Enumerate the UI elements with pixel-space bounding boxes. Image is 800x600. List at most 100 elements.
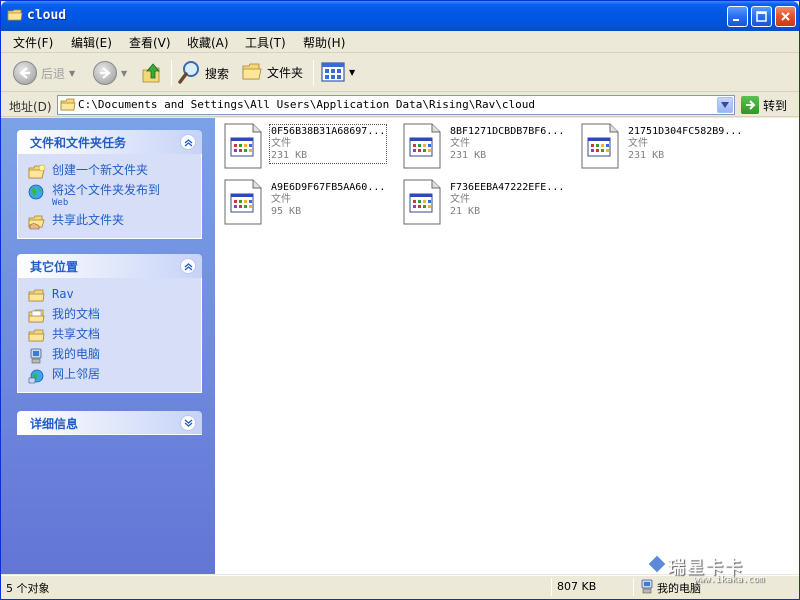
place-my-computer[interactable]: 我的电脑 [18, 346, 201, 366]
toolbar-separator [171, 60, 172, 86]
watermark: 瑞星卡卡 www.ikaka.com [646, 551, 796, 591]
maximize-icon [756, 11, 767, 22]
task-share-folder[interactable]: 共享此文件夹 [18, 212, 201, 232]
close-button[interactable] [775, 6, 796, 27]
file-size: 231 KB [450, 150, 487, 161]
place-label: 我的电脑 [52, 347, 101, 361]
place-rav[interactable]: Rav [18, 286, 201, 306]
file-item[interactable]: F736EEBA47222EFE... 文件 21 KB [394, 174, 569, 228]
file-name: 8BF1271DCBDB7BF6... [450, 126, 565, 137]
place-shared-documents[interactable]: 共享文档 [18, 326, 201, 346]
chevron-up-icon [184, 138, 192, 146]
menu-tools[interactable]: 工具(T) [245, 34, 286, 51]
places-panel-title: 其它位置 [30, 260, 79, 274]
explorer-window: cloud 文件(F) 编辑(E) 查看(V) 收藏(A) 工具(T) 帮助(H… [0, 0, 800, 600]
maximize-button[interactable] [751, 6, 772, 27]
task-label: 共享此文件夹 [52, 213, 125, 227]
details-panel: 详细信息 [17, 411, 202, 435]
forward-button[interactable]: ▼ [93, 61, 127, 85]
file-icon [403, 179, 441, 225]
file-size: 21 KB [450, 206, 481, 217]
views-dropdown-icon[interactable]: ▼ [349, 68, 355, 77]
task-label: 创建一个新文件夹 [52, 163, 149, 177]
toolbar-separator [313, 60, 314, 86]
share-folder-icon [28, 215, 45, 230]
folder-icon [7, 9, 23, 21]
search-label: 搜索 [205, 66, 230, 81]
toolbar: 后退 ▼ ▼ 搜索 文件夹 ▼ [1, 54, 799, 92]
watermark-url: www.ikaka.com [694, 575, 765, 585]
forward-dropdown-icon[interactable]: ▼ [121, 69, 127, 78]
file-type: 文件 [450, 138, 470, 149]
views-button[interactable]: ▼ [321, 61, 355, 83]
publish-web-icon [28, 184, 44, 200]
details-panel-header[interactable]: 详细信息 [17, 411, 202, 435]
my-computer-icon [30, 348, 42, 364]
address-label: 地址(D) [9, 100, 52, 114]
expand-button[interactable] [180, 415, 196, 431]
place-my-documents[interactable]: 我的文档 [18, 306, 201, 326]
menu-favorites[interactable]: 收藏(A) [187, 34, 229, 51]
folders-label: 文件夹 [267, 65, 304, 80]
up-folder-button[interactable] [141, 60, 165, 86]
menu-help[interactable]: 帮助(H) [303, 34, 345, 51]
file-list[interactable]: 0F56B38B31A68697... 文件 231 KB 8BF1271DCB… [215, 118, 799, 574]
places-panel: 其它位置 Rav 我的文档 共享文档 我的电脑 网上邻居 [17, 254, 202, 393]
address-dropdown-button[interactable] [717, 97, 733, 113]
go-arrow-icon [741, 96, 759, 114]
details-panel-title: 详细信息 [30, 417, 79, 431]
tasks-panel-header[interactable]: 文件和文件夹任务 [17, 130, 202, 154]
file-item[interactable]: 0F56B38B31A68697... 文件 231 KB [215, 118, 390, 172]
title-bar[interactable]: cloud [1, 1, 799, 31]
search-button[interactable]: 搜索 [177, 60, 229, 86]
task-pane: 文件和文件夹任务 创建一个新文件夹 将这个文件夹发布到 Web 共享此文件夹 其… [1, 118, 215, 574]
file-size: 231 KB [628, 150, 665, 161]
file-info: F736EEBA47222EFE... 文件 21 KB [450, 182, 564, 218]
file-name: F736EEBA47222EFE... [450, 182, 565, 193]
tasks-panel-body: 创建一个新文件夹 将这个文件夹发布到 Web 共享此文件夹 [17, 154, 202, 239]
collapse-button[interactable] [180, 258, 196, 274]
back-dropdown-icon[interactable]: ▼ [69, 69, 75, 78]
network-places-icon [28, 369, 44, 384]
file-info: A9E6D9F67FB5AA60... 文件 95 KB [271, 182, 385, 218]
menu-edit[interactable]: 编辑(E) [71, 34, 112, 51]
file-type: 文件 [271, 194, 291, 205]
place-network-places[interactable]: 网上邻居 [18, 366, 201, 386]
close-icon [781, 12, 790, 21]
address-input[interactable]: C:\Documents and Settings\All Users\Appl… [57, 95, 735, 115]
task-label-sub: Web [52, 198, 69, 208]
folders-icon [242, 63, 262, 80]
places-panel-header[interactable]: 其它位置 [17, 254, 202, 278]
go-button[interactable]: 转到 [741, 96, 787, 114]
file-type: 文件 [450, 194, 470, 205]
ikaka-logo-icon [647, 554, 667, 574]
file-size: 95 KB [271, 206, 302, 217]
menu-bar: 文件(F) 编辑(E) 查看(V) 收藏(A) 工具(T) 帮助(H) [1, 31, 799, 79]
menu-file[interactable]: 文件(F) [13, 34, 53, 51]
task-label: 将这个文件夹发布到 Web [52, 184, 160, 210]
places-panel-body: Rav 我的文档 共享文档 我的电脑 网上邻居 [17, 278, 202, 393]
window-title: cloud [27, 8, 67, 23]
file-item[interactable]: 21751D304FC582B9... 文件 231 KB [572, 118, 747, 172]
file-size: 231 KB [271, 150, 308, 161]
back-button[interactable]: 后退 ▼ [13, 61, 75, 85]
file-info: 0F56B38B31A68697... 文件 231 KB [268, 124, 388, 164]
minimize-button[interactable] [727, 6, 748, 27]
go-label: 转到 [763, 98, 788, 113]
task-new-folder[interactable]: 创建一个新文件夹 [18, 162, 201, 182]
menu-view[interactable]: 查看(V) [129, 34, 171, 51]
folder-icon [60, 98, 76, 111]
folders-button[interactable]: 文件夹 [241, 61, 303, 83]
file-item[interactable]: 8BF1271DCBDB7BF6... 文件 231 KB [394, 118, 569, 172]
folder-icon [28, 289, 45, 302]
tasks-panel-title: 文件和文件夹任务 [30, 136, 127, 150]
forward-arrow-icon [93, 61, 117, 85]
new-folder-icon [28, 164, 46, 179]
back-label: 后退 [41, 66, 66, 81]
task-publish-web[interactable]: 将这个文件夹发布到 Web [18, 182, 201, 212]
collapse-button[interactable] [180, 134, 196, 150]
chevron-down-icon [721, 102, 729, 108]
status-object-count: 5 个对象 [6, 582, 50, 595]
file-item[interactable]: A9E6D9F67FB5AA60... 文件 95 KB [215, 174, 390, 228]
my-documents-icon [28, 309, 45, 323]
